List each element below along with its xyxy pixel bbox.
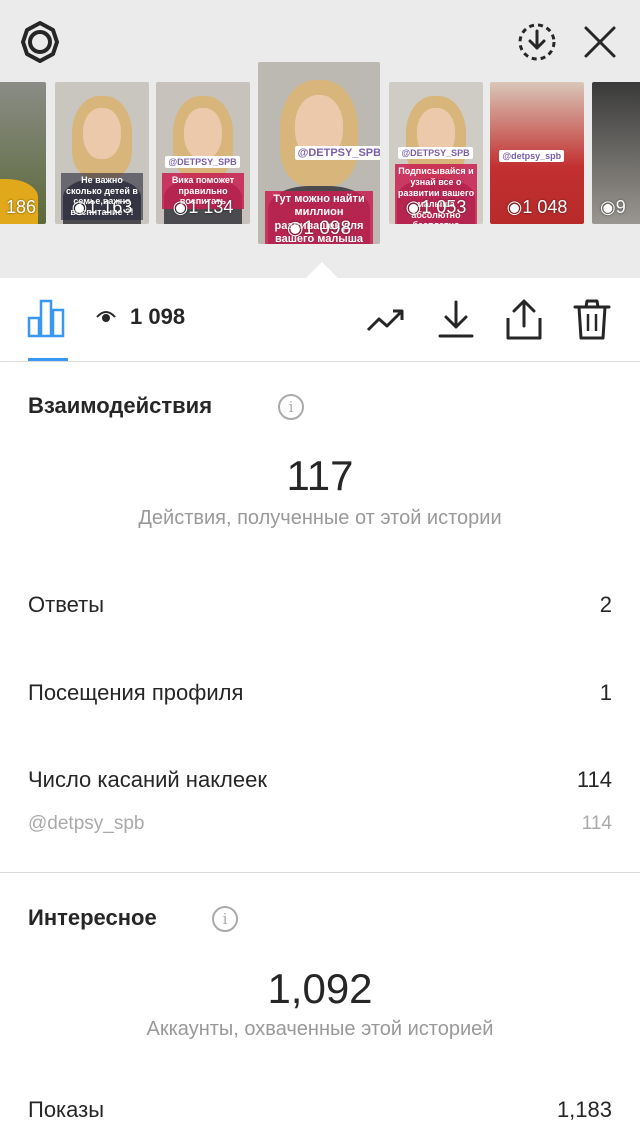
story-thumbnail[interactable]: @detpsy_spb ◉1 048: [490, 82, 584, 224]
story-thumbnail[interactable]: @DETPSY_SPB Подписывайся и узнай все о р…: [389, 82, 483, 224]
thumbnail-mention: @DETPSY_SPB: [165, 155, 240, 168]
story-thumbnail-strip[interactable]: 186 Не важно сколько детей в семье,важно…: [0, 60, 640, 250]
view-count-value: 1 098: [130, 304, 186, 329]
interactions-section: Взаимодействия i 117 Действия, полученны…: [0, 362, 640, 872]
bar-chart-icon: [27, 299, 65, 338]
share-button[interactable]: [502, 298, 546, 342]
save-story-button[interactable]: [515, 20, 559, 64]
gear-icon: [21, 21, 59, 63]
download-button[interactable]: [434, 298, 478, 342]
thumbnail-views: ◉1 134: [172, 197, 234, 217]
thumbnail-views: ◉1 098: [286, 218, 352, 239]
thumbnail-views: ◉1 053: [405, 197, 467, 217]
accounts-reached-caption: Аккаунты, охваченные этой историей: [146, 1018, 494, 1040]
story-thumbnail[interactable]: @DETPSY_SPB Вика поможет правильно воспи…: [156, 82, 250, 224]
info-icon[interactable]: i: [278, 394, 304, 420]
sticker-taps-value: 114: [576, 767, 612, 792]
interactions-caption: Действия, полученные от этой истории: [138, 507, 502, 529]
share-icon: [506, 299, 542, 340]
trash-icon: [573, 299, 611, 340]
replies-value: 2: [599, 592, 612, 617]
section-title: Взаимодействия: [28, 393, 213, 418]
download-icon: [438, 300, 474, 338]
thumbnail-views: ◉1 048: [506, 197, 568, 217]
close-icon: [584, 26, 616, 58]
discovery-section: Интересное i 1,092 Аккаунты, охваченные …: [0, 873, 640, 1137]
promote-button[interactable]: [364, 298, 408, 342]
selection-pointer: [306, 262, 338, 278]
story-thumbnail[interactable]: 186: [0, 82, 46, 224]
replies-label: Ответы: [28, 592, 105, 617]
settings-button[interactable]: [18, 20, 62, 64]
thumbnail-mention: @detpsy_spb: [499, 150, 565, 163]
impressions-value: 1,183: [556, 1097, 612, 1122]
story-thumbnail[interactable]: ◉9: [592, 82, 640, 224]
sticker-taps-label: Число касаний наклеек: [28, 767, 267, 792]
download-circle-icon: [518, 23, 556, 61]
eye-icon: [96, 311, 116, 322]
thumbnail-mention: @DETPSY_SPB: [398, 147, 473, 160]
sticker-mention-label: @detpsy_spb: [28, 813, 145, 834]
story-thumbnail-selected[interactable]: @DETPSY_SPB Тут можно найти миллион разв…: [258, 62, 380, 244]
profile-visits-value: 1: [599, 680, 612, 705]
close-button[interactable]: [578, 20, 622, 64]
sticker-mention-value: 114: [581, 813, 612, 834]
profile-visits-label: Посещения профиля: [28, 680, 244, 705]
story-thumbnail[interactable]: Не важно сколько детей в семье,важно вос…: [55, 82, 149, 224]
trending-up-icon: [366, 309, 404, 332]
thumbnail-mention: @DETPSY_SPB: [294, 145, 380, 160]
delete-button[interactable]: [570, 298, 614, 342]
interactions-total: 117: [286, 452, 354, 499]
thumbnail-views: ◉9: [600, 197, 626, 217]
info-icon[interactable]: i: [212, 906, 238, 932]
thumbnail-views: ◉1 163: [71, 197, 133, 217]
story-toolbar: 1 098: [0, 278, 640, 362]
stories-header: 186 Не важно сколько детей в семье,важно…: [0, 0, 640, 278]
active-tab-indicator: [28, 358, 68, 361]
section-title: Интересное: [28, 905, 157, 930]
insights-tab[interactable]: [26, 298, 70, 338]
impressions-label: Показы: [28, 1097, 105, 1122]
viewers-count[interactable]: 1 098: [96, 304, 185, 330]
thumbnail-views: 186: [5, 197, 36, 217]
accounts-reached-total: 1,092: [267, 965, 373, 1012]
